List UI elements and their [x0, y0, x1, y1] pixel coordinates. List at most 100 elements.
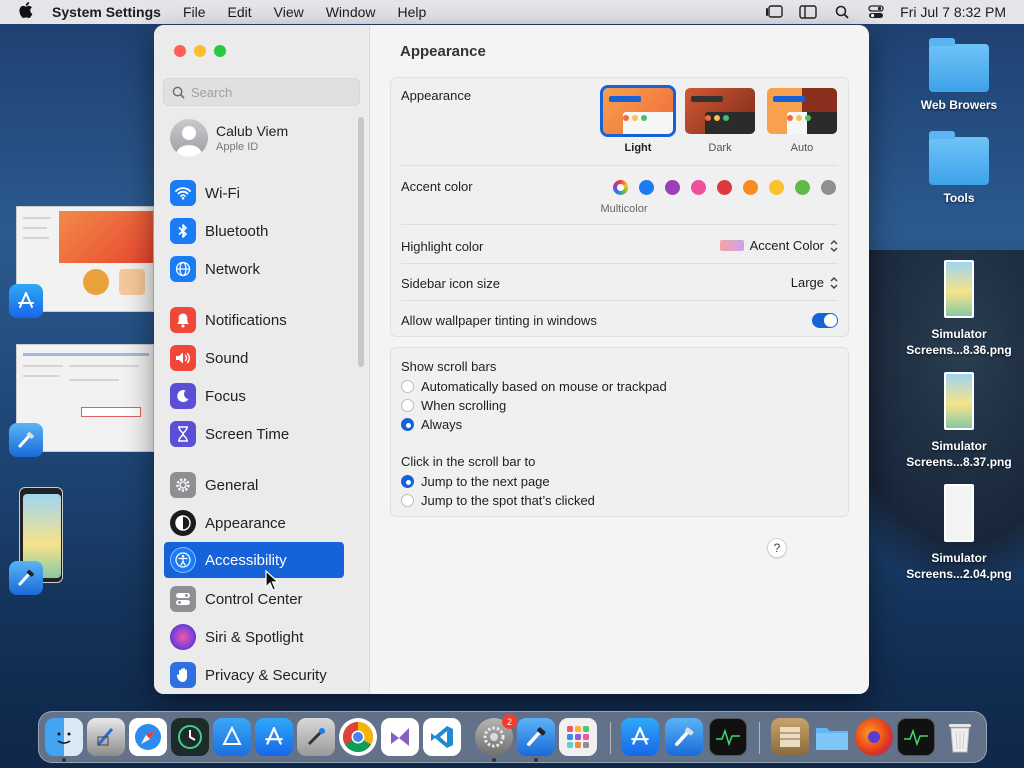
image-file-icon — [944, 372, 974, 430]
desktop-folder-tools[interactable]: Tools — [899, 131, 1019, 205]
desktop-file-screenshot-2[interactable]: Simulator Screens...8.37.png — [899, 372, 1019, 470]
accent-swatch-graphite[interactable] — [821, 180, 836, 195]
scrollbars-option-automatic[interactable]: Automatically based on mouse or trackpad — [401, 379, 667, 394]
user-name: Calub Viem — [216, 123, 289, 139]
apple-id-account[interactable]: Calub Viem Apple ID — [170, 119, 288, 157]
sidebar-item-control-center[interactable]: Control Center — [164, 581, 344, 617]
accent-swatch-purple[interactable] — [665, 180, 680, 195]
minimize-button[interactable] — [194, 45, 206, 57]
clock[interactable]: Fri Jul 7 8:32 PM — [900, 4, 1006, 20]
vscode-icon[interactable] — [423, 718, 461, 756]
app-store-icon[interactable] — [9, 284, 43, 318]
radio-button-selected[interactable] — [401, 418, 414, 431]
downloads-folder-icon[interactable] — [813, 718, 851, 756]
sidebar-item-sound[interactable]: Sound — [164, 340, 344, 376]
highlight-swatch — [719, 240, 744, 251]
wallpaper-tinting-toggle[interactable] — [812, 313, 838, 328]
show-scroll-bars-label: Show scroll bars — [401, 359, 497, 374]
sidebar-item-bluetooth[interactable]: Bluetooth — [164, 213, 344, 249]
archive-icon[interactable] — [771, 718, 809, 756]
xcode-instruments-icon[interactable] — [87, 718, 125, 756]
xcode-icon[interactable] — [9, 423, 43, 457]
menu-app-name[interactable]: System Settings — [52, 4, 172, 20]
simulator-icon[interactable] — [9, 561, 43, 595]
display-icon[interactable] — [798, 5, 818, 19]
search-field[interactable] — [163, 78, 360, 106]
menu-file[interactable]: File — [172, 4, 217, 20]
wallpaper-tinting-label: Allow wallpaper tinting in windows — [401, 313, 597, 328]
accent-swatch-yellow[interactable] — [769, 180, 784, 195]
sidebar-item-screen-time[interactable]: Screen Time — [164, 416, 344, 452]
click-option-next-page[interactable]: Jump to the next page — [401, 474, 550, 489]
appearance-group: Appearance Light Dark Auto Accent color … — [390, 77, 849, 337]
radio-button[interactable] — [401, 494, 414, 507]
user-subtitle: Apple ID — [216, 141, 259, 153]
sidebar-item-appearance[interactable]: Appearance — [164, 505, 344, 541]
notification-badge: 2 — [502, 714, 517, 729]
activity-monitor-icon[interactable] — [709, 718, 747, 756]
stage-manager-icon[interactable] — [764, 5, 784, 19]
app-store-2-icon[interactable] — [621, 718, 659, 756]
sidebar-item-focus[interactable]: Focus — [164, 378, 344, 414]
accent-swatch-orange[interactable] — [743, 180, 758, 195]
accent-swatch-red[interactable] — [717, 180, 732, 195]
close-button[interactable] — [174, 45, 186, 57]
sidebar-item-general[interactable]: General — [164, 467, 344, 503]
menu-help[interactable]: Help — [387, 4, 438, 20]
firefox-icon[interactable] — [855, 718, 893, 756]
sidebar-item-accessibility[interactable]: Accessibility — [164, 542, 344, 578]
divider — [401, 224, 838, 225]
zoom-button[interactable] — [214, 45, 226, 57]
sidebar-item-privacy-security[interactable]: Privacy & Security — [164, 657, 344, 693]
scrollbars-option-always[interactable]: Always — [401, 417, 462, 432]
accent-swatch-multicolor[interactable] — [613, 180, 628, 195]
sidebar-scrollbar[interactable] — [358, 117, 364, 367]
desktop-folder-web-browsers[interactable]: Web Browers — [899, 38, 1019, 112]
radio-button[interactable] — [401, 380, 414, 393]
help-button[interactable]: ? — [767, 538, 787, 558]
search-input[interactable] — [191, 84, 351, 100]
apple-icon[interactable] — [0, 2, 52, 22]
safari-icon[interactable] — [129, 718, 167, 756]
system-settings-icon[interactable]: 2 — [475, 714, 517, 756]
menu-view[interactable]: View — [263, 4, 315, 20]
scrollbars-option-when-scrolling[interactable]: When scrolling — [401, 398, 506, 413]
appearance-icon — [170, 510, 196, 536]
migration-icon[interactable] — [213, 718, 251, 756]
sidebar-item-wifi[interactable]: Wi-Fi — [164, 175, 344, 211]
auto-preview — [767, 88, 837, 134]
menu-window[interactable]: Window — [315, 4, 387, 20]
time-machine-icon[interactable] — [171, 718, 209, 756]
sidebar-item-siri-spotlight[interactable]: Siri & Spotlight — [164, 619, 344, 655]
control-center-icon[interactable] — [866, 5, 886, 19]
trash-icon[interactable] — [941, 718, 979, 756]
appearance-option-auto[interactable]: Auto — [765, 88, 839, 154]
radio-button[interactable] — [401, 399, 414, 412]
globe-icon — [170, 256, 196, 282]
menu-edit[interactable]: Edit — [217, 4, 263, 20]
xcode-beta-icon[interactable] — [517, 718, 555, 756]
appearance-option-light[interactable]: Light — [600, 85, 676, 154]
highlight-color-popup[interactable]: Accent Color — [719, 238, 838, 253]
sidebar-item-network[interactable]: Network — [164, 251, 344, 287]
desktop-file-screenshot-1[interactable]: Simulator Screens...8.36.png — [899, 260, 1019, 358]
spotlight-icon[interactable] — [832, 5, 852, 19]
launchpad-icon[interactable] — [559, 718, 597, 756]
accent-swatch-pink[interactable] — [691, 180, 706, 195]
radio-button-selected[interactable] — [401, 475, 414, 488]
system-settings-window: Calub Viem Apple ID Wi-Fi Bluetooth Netw… — [154, 25, 869, 694]
utility-icon[interactable] — [297, 718, 335, 756]
chrome-icon[interactable] — [339, 718, 377, 756]
visual-studio-icon[interactable] — [381, 718, 419, 756]
sidebar-icon-size-popup[interactable]: Large — [791, 275, 838, 290]
appearance-option-dark[interactable]: Dark — [683, 88, 757, 154]
app-store-icon[interactable] — [255, 718, 293, 756]
accent-swatch-green[interactable] — [795, 180, 810, 195]
click-option-spot-clicked[interactable]: Jump to the spot that’s clicked — [401, 493, 595, 508]
desktop-file-screenshot-3[interactable]: Simulator Screens...2.04.png — [899, 484, 1019, 582]
sidebar-item-notifications[interactable]: Notifications — [164, 302, 344, 338]
accent-swatch-blue[interactable] — [639, 180, 654, 195]
xcode-icon[interactable] — [665, 718, 703, 756]
activity-monitor-2-icon[interactable] — [897, 718, 935, 756]
finder-icon[interactable] — [45, 718, 83, 756]
